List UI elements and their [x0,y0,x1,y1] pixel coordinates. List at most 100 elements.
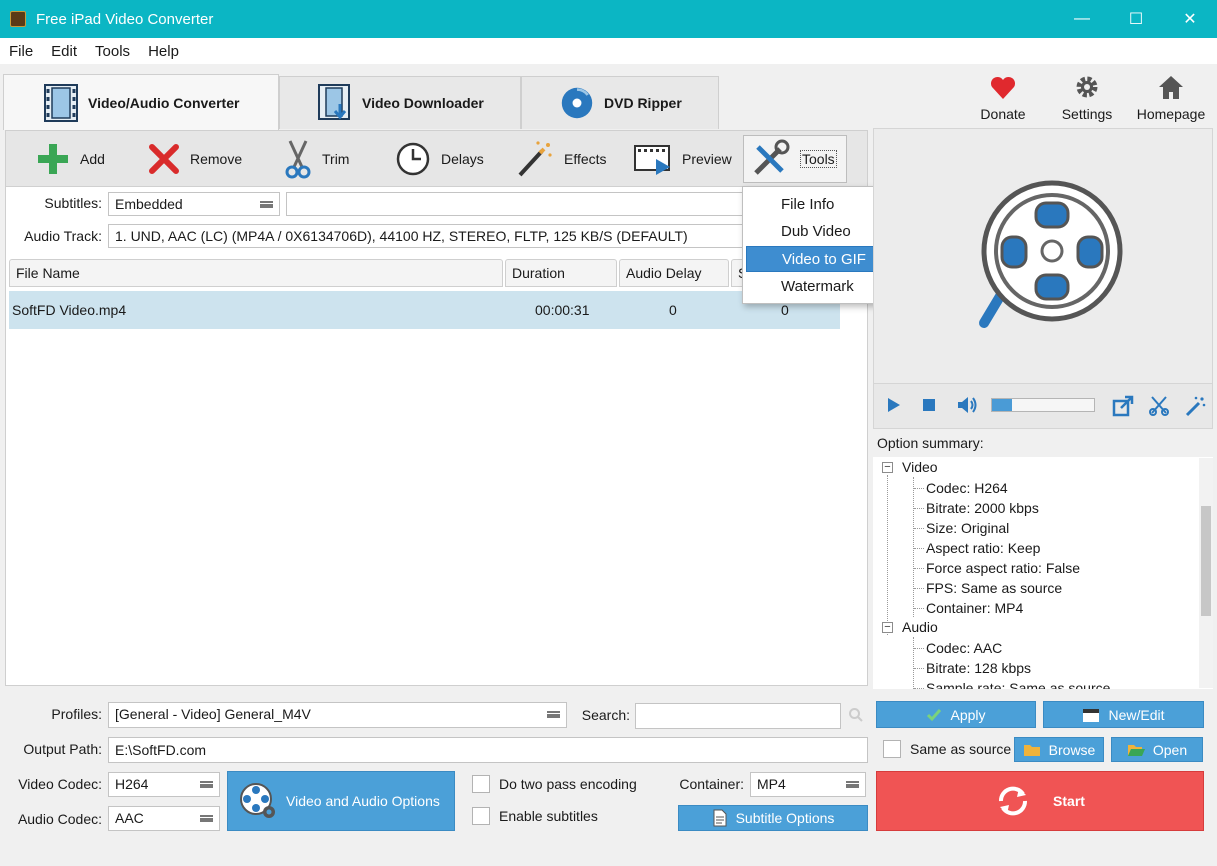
video-codec-label: Video Codec: [18,776,102,792]
col-file-name[interactable]: File Name [9,259,503,287]
dropdown-grip-icon [846,781,859,788]
film-reel-icon [979,180,1123,328]
same-as-source-checkbox[interactable] [883,740,901,758]
effects-button[interactable]: Effects [514,135,607,183]
tree-leaf: Aspect ratio: Keep [926,540,1041,556]
volume-slider[interactable] [991,398,1095,412]
menu-edit[interactable]: Edit [42,43,86,60]
start-label: Start [1053,793,1085,809]
add-button[interactable]: Add [36,135,105,183]
audio-codec-value: AAC [115,810,144,826]
scissors-icon[interactable] [1148,395,1170,417]
window-title: Free iPad Video Converter [36,10,214,28]
tools-button[interactable]: Tools [743,135,847,183]
search-input[interactable] [635,703,841,729]
donate-button[interactable]: Donate [961,70,1045,126]
table-row[interactable]: SoftFD Video.mp4 00:00:31 0 0 [9,291,840,329]
subtitles-file-field[interactable] [286,192,746,216]
volume-level [992,399,1013,411]
browse-button[interactable]: Browse [1014,737,1104,762]
output-path-label: Output Path: [23,741,102,757]
col-duration[interactable]: Duration [505,259,617,287]
popout-icon[interactable] [1112,395,1134,417]
collapse-video-icon[interactable]: − [882,462,893,473]
gear-icon [1076,76,1098,98]
volume-icon[interactable] [956,395,978,415]
audio-codec-label: Audio Codec: [17,811,102,827]
file-panel: Add Remove Trim Delays Effects Preview T… [5,130,868,686]
summary-scrollbar[interactable] [1199,458,1213,688]
new-edit-button[interactable]: New/Edit [1043,701,1204,728]
tree-leaf: Bitrate: 2000 kbps [926,500,1039,516]
tab-dvd-ripper[interactable]: DVD Ripper [521,76,719,129]
add-label: Add [80,151,105,167]
container-select[interactable]: MP4 [750,772,866,797]
title-bar: Free iPad Video Converter — ☐ ✕ [0,0,1217,38]
donate-label: Donate [980,106,1026,122]
play-icon[interactable] [886,396,902,414]
remove-button[interactable]: Remove [148,135,242,183]
trim-button[interactable]: Trim [284,135,349,183]
output-path-input[interactable]: E:\SoftFD.com [108,737,868,763]
audio-codec-select[interactable]: AAC [108,806,220,831]
search-icon[interactable] [848,707,864,723]
profiles-select[interactable]: [General - Video] General_M4V [108,702,567,728]
enable-subtitles-checkbox[interactable] [472,807,490,825]
video-audio-options-label: Video and Audio Options [286,793,440,809]
preview-button[interactable]: Preview [634,135,732,183]
menu-tools[interactable]: Tools [86,43,139,60]
col-audio-delay[interactable]: Audio Delay [619,259,729,287]
dropdown-grip-icon [260,201,273,208]
cell-audio-delay: 0 [669,302,677,318]
heart-icon [990,76,1016,99]
plus-icon [38,144,68,174]
enable-subtitles-label: Enable subtitles [499,808,598,824]
magic-wand-icon[interactable] [1184,395,1206,417]
cell-subtitle-delay: 0 [781,302,789,318]
folder-open-icon [1127,744,1145,756]
two-pass-checkbox[interactable] [472,775,490,793]
start-button[interactable]: Start [876,771,1204,831]
minimize-button[interactable]: — [1055,0,1109,38]
open-button[interactable]: Open [1111,737,1203,762]
browse-label: Browse [1048,741,1096,758]
subtitles-select[interactable]: Embedded [108,192,280,216]
video-codec-select[interactable]: H264 [108,772,220,797]
option-summary-label: Option summary: [877,435,984,451]
settings-label: Settings [1061,106,1113,122]
tab-video-downloader[interactable]: Video Downloader [279,76,521,129]
tab-label: Video Downloader [362,95,484,111]
settings-button[interactable]: Settings [1045,70,1129,126]
tab-video-audio-converter[interactable]: Video/Audio Converter [3,74,279,130]
scrollbar-thumb[interactable] [1201,506,1211,616]
container-value: MP4 [757,776,786,792]
tree-leaf: Sample rate: Same as source [926,680,1111,689]
video-codec-value: H264 [115,776,149,792]
film-download-icon [318,84,350,120]
subtitle-options-button[interactable]: Subtitle Options [678,805,868,831]
effects-label: Effects [564,151,607,167]
close-button[interactable]: ✕ [1163,0,1217,38]
file-table-header: File Name Duration Audio Delay S [9,259,864,287]
clapperboard-icon [1083,708,1100,722]
audio-track-label: Audio Track: [24,228,102,244]
folder-icon [1023,744,1040,756]
open-label: Open [1152,741,1188,758]
menu-help[interactable]: Help [139,43,188,60]
stop-icon[interactable] [922,398,936,412]
maximize-button[interactable]: ☐ [1109,0,1163,38]
subtitles-label: Subtitles: [44,195,102,211]
video-audio-options-button[interactable]: Video and Audio Options [227,771,455,831]
menu-file[interactable]: File [0,43,42,60]
collapse-audio-icon[interactable]: − [882,622,893,633]
profiles-value: [General - Video] General_M4V [115,706,311,722]
same-as-source-label: Same as source [910,741,1012,757]
audio-track-select[interactable]: 1. UND, AAC (LC) (MP4A / 0X6134706D), 44… [108,224,748,248]
delays-button[interactable]: Delays [395,135,484,183]
new-edit-label: New/Edit [1108,706,1165,723]
remove-x-icon [149,144,179,174]
reel-settings-icon [240,783,275,818]
option-summary-tree: − Video Codec: H264 Bitrate: 2000 kbps S… [873,457,1213,689]
homepage-button[interactable]: Homepage [1129,70,1213,126]
apply-button[interactable]: Apply [876,701,1036,728]
